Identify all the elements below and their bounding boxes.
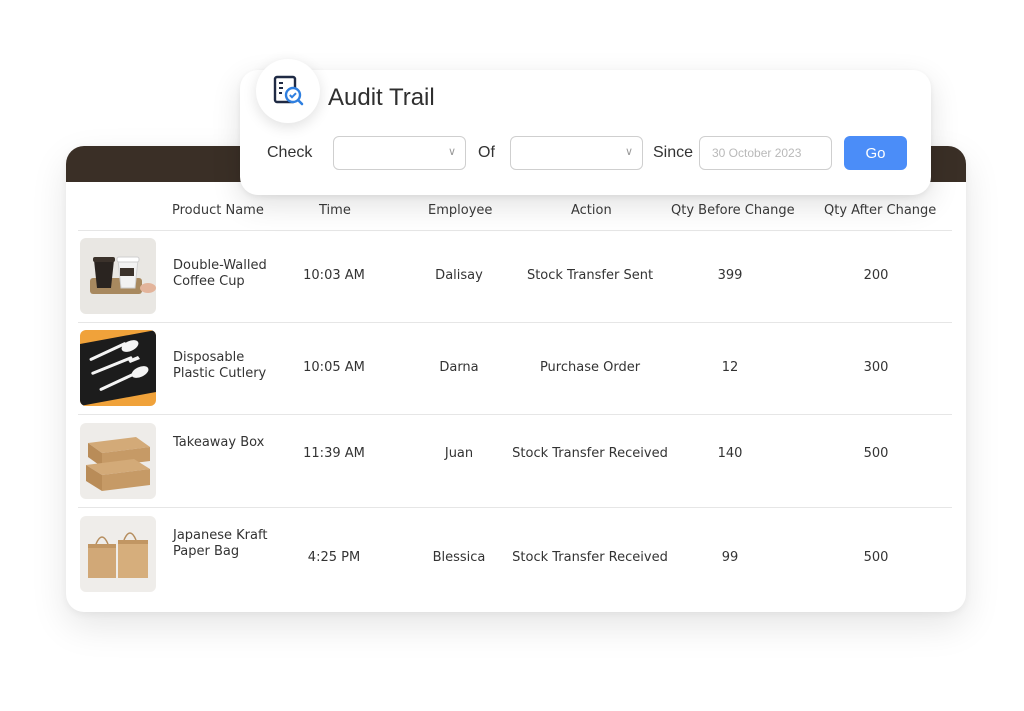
chevron-down-icon: ∨ xyxy=(447,145,456,158)
since-date-input[interactable]: 30 October 2023 xyxy=(699,136,832,170)
qty-before-cell: 399 xyxy=(717,268,743,283)
table-row[interactable]: Double-Walled Coffee Cup 10:03 AM Dalisa… xyxy=(66,230,966,322)
product-image-cutlery xyxy=(80,330,156,406)
time-cell: 10:03 AM xyxy=(303,268,365,283)
column-header-qty-after: Qty After Change xyxy=(824,203,937,218)
employee-cell: Darna xyxy=(439,360,479,375)
column-header-employee: Employee xyxy=(428,203,493,218)
product-name: Takeaway Box xyxy=(173,435,265,450)
action-cell: Purchase Order xyxy=(539,360,641,375)
action-cell: Stock Transfer Sent xyxy=(526,268,654,283)
table-row[interactable]: Disposable Plastic Cutlery 10:05 AM Darn… xyxy=(66,323,966,415)
column-header-action: Action xyxy=(571,203,612,218)
column-header-time: Time xyxy=(319,203,351,218)
qty-before-cell: 140 xyxy=(717,446,743,461)
product-image-paper-bag xyxy=(80,516,156,592)
chevron-down-icon: ∨ xyxy=(624,145,633,158)
since-label: Since xyxy=(653,144,694,161)
check-label: Check xyxy=(267,144,313,161)
table-row[interactable]: Japanese Kraft Paper Bag 4:25 PM Blessic… xyxy=(66,508,966,600)
product-name: Double-Walled Coffee Cup xyxy=(173,258,267,289)
time-cell: 4:25 PM xyxy=(307,550,361,565)
qty-before-cell: 99 xyxy=(721,550,739,565)
product-image-takeaway-box xyxy=(80,423,156,499)
product-name: Japanese Kraft Paper Bag xyxy=(173,528,268,559)
of-label: Of xyxy=(478,144,495,161)
of-select[interactable]: ∨ xyxy=(510,136,643,170)
employee-cell: Dalisay xyxy=(435,268,483,283)
qty-after-cell: 200 xyxy=(863,268,889,283)
stage: Product Name Time Employee Action Qty Be… xyxy=(0,0,1024,711)
audit-table-card: Product Name Time Employee Action Qty Be… xyxy=(66,146,966,612)
audit-trail-title: Audit Trail xyxy=(328,84,435,111)
go-button[interactable]: Go xyxy=(844,136,907,170)
employee-cell: Juan xyxy=(444,446,474,461)
time-cell: 10:05 AM xyxy=(303,360,365,375)
column-header-qty-before: Qty Before Change xyxy=(671,203,795,218)
qty-after-cell: 300 xyxy=(863,360,889,375)
check-select[interactable]: ∨ xyxy=(333,136,466,170)
action-cell: Stock Transfer Received xyxy=(512,446,668,461)
table-row[interactable]: Takeaway Box 11:39 AM Juan Stock Transfe… xyxy=(66,415,966,507)
time-cell: 11:39 AM xyxy=(303,446,365,461)
qty-before-cell: 12 xyxy=(721,360,739,375)
document-search-icon xyxy=(256,59,320,123)
column-header-product: Product Name xyxy=(172,203,264,218)
employee-cell: Blessica xyxy=(432,550,486,565)
qty-after-cell: 500 xyxy=(863,446,889,461)
product-name: Disposable Plastic Cutlery xyxy=(173,350,267,381)
action-cell: Stock Transfer Received xyxy=(512,550,668,565)
qty-after-cell: 500 xyxy=(863,550,889,565)
product-image-coffee-cup xyxy=(80,238,156,314)
